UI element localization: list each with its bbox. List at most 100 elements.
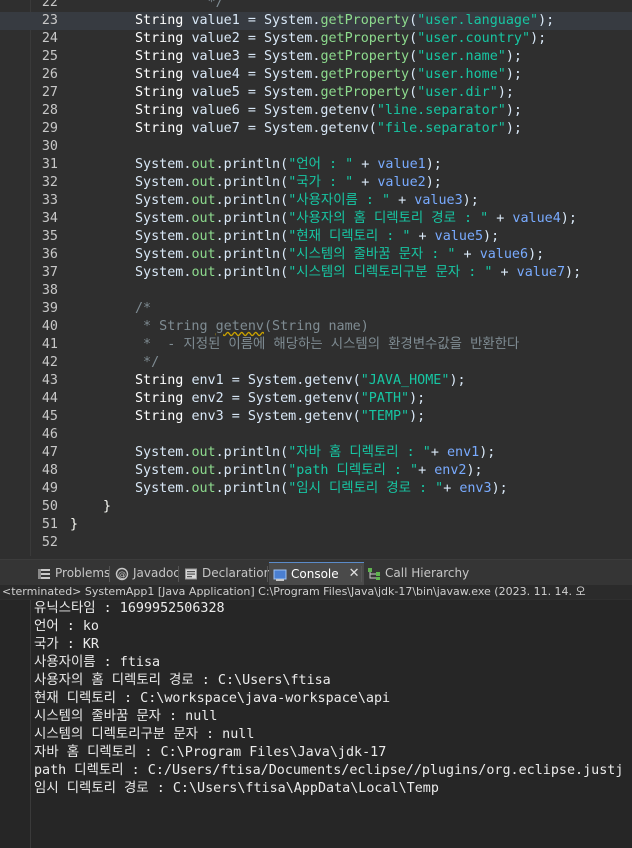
code-token: "현재 디렉토리 : " [288,229,411,244]
code-token: value4 = System. [191,67,321,82]
line-number: 31 [41,157,58,172]
code-line[interactable]: 34 System.out.println("사용자의 홈 디렉토리 경로 : "… [0,210,632,228]
line-number: 51 [41,517,58,532]
code-editor[interactable]: 22 */23 String value1 = System.getPropert… [0,0,632,556]
code-token: value1 [377,157,426,172]
code-line[interactable]: 25 String value3 = System.getProperty("us… [0,48,632,66]
code-token: value7 = System.getenv( [191,121,377,136]
code-token: .println( [215,445,289,460]
code-token: "임시 디렉토리 경로 : " [288,481,444,496]
close-icon[interactable]: ✕ [349,563,360,585]
code-token: "자바 홈 디렉토리 : " [288,445,431,460]
tab-call-hierarchy[interactable]: Call Hierarchy [363,562,473,584]
code-line[interactable]: 52 [0,534,632,552]
code-token: /* [135,301,152,316]
code-line[interactable]: 28 String value6 = System.getenv("line.se… [0,102,632,120]
line-number: 26 [41,67,58,82]
line-number: 22 [41,0,58,10]
code-token: out [191,193,216,208]
code-token: getProperty [320,31,410,46]
tab-javadoc[interactable]: @ Javadoc [111,562,184,584]
code-token: value6 [479,247,529,262]
code-token: ); [505,121,522,136]
code-token: ); [483,229,500,244]
tab-declaration[interactable]: Declaration [180,562,275,584]
code-line[interactable]: 41 * - 지정된 이름에 해당하는 시스템의 환경변수값을 반환한다 [0,336,632,354]
code-line[interactable]: 31 System.out.println("언어 : " + value1); [0,156,632,174]
problems-icon [37,566,51,580]
code-line[interactable]: 29 String value7 = System.getenv("file.se… [0,120,632,138]
console-line: 시스템의 디렉토리구분 문자 : null [34,727,255,742]
code-token: ); [538,13,555,28]
line-number: 35 [41,229,58,244]
console-line: 국가 : KR [34,637,99,652]
code-token: "시스템의 줄바꿈 문자 : " [288,247,456,262]
code-line[interactable]: 26 String value4 = System.getProperty("us… [0,66,632,84]
code-line[interactable]: 43 String env1 = System.getenv("JAVA_HOME… [0,372,632,390]
code-token: out [191,157,216,172]
code-line[interactable]: 48 System.out.println("path 디렉토리 : "+ env… [0,462,632,480]
code-line[interactable]: 35 System.out.println("현재 디렉토리 : " + valu… [0,228,632,246]
code-token: } [70,517,79,532]
code-token: out [191,445,216,460]
code-token: "user.name" [417,49,506,64]
line-number: 27 [41,85,58,100]
code-line[interactable]: 22 */ [0,0,632,12]
code-token: "user.dir" [417,85,498,100]
code-line[interactable]: 24 String value2 = System.getProperty("us… [0,30,632,48]
code-text: System.out.println("현재 디렉토리 : " + value5… [135,228,499,246]
code-token: ); [479,445,496,460]
line-number: 44 [41,391,58,406]
code-token: } [103,499,112,514]
code-line[interactable]: 40 * String getenv(String name) [0,318,632,336]
code-line[interactable]: 51} [0,516,632,534]
code-line[interactable]: 45 String env3 = System.getenv("TEMP"); [0,408,632,426]
code-token: System. [135,229,192,244]
code-line[interactable]: 39 /* [0,300,632,318]
code-line[interactable]: 36 System.out.println("시스템의 줄바꿈 문자 : " + … [0,246,632,264]
code-text: * String getenv(String name) [135,318,369,336]
code-line[interactable]: 44 String env2 = System.getenv("PATH"); [0,390,632,408]
code-token: System. [135,157,192,172]
code-line[interactable]: 42 */ [0,354,632,372]
code-text: String env1 = System.getenv("JAVA_HOME")… [135,372,466,390]
code-token: String [135,409,192,424]
code-line[interactable]: 23 String value1 = System.getProperty("us… [0,12,632,30]
console-line: 언어 : ko [34,619,99,634]
line-number: 23 [41,13,58,28]
code-token: value4 [512,211,561,226]
tab-problems[interactable]: Problems [33,562,114,584]
line-number: 42 [41,355,58,370]
tab-label: Javadoc [133,566,180,580]
code-line[interactable]: 49 System.out.println("임시 디렉토리 경로 : "+ en… [0,480,632,498]
tab-console[interactable]: Console ✕ [269,562,364,585]
code-line[interactable]: 30 [0,138,632,156]
code-token: ); [466,463,483,478]
code-line[interactable]: 32 System.out.println("국가 : " + value2); [0,174,632,192]
code-token: out [191,265,216,280]
code-line[interactable]: 38 [0,282,632,300]
code-token: + [418,463,435,478]
code-line[interactable]: 46 [0,426,632,444]
code-line[interactable]: 47 System.out.println("자바 홈 디렉토리 : "+ env… [0,444,632,462]
code-token: ); [425,175,442,190]
code-line[interactable]: 50} [0,498,632,516]
code-line[interactable]: 37 System.out.println("시스템의 디렉토리구분 문자 : "… [0,264,632,282]
code-token: "사용자이름 : " [288,193,391,208]
code-token: ); [462,193,479,208]
code-line[interactable]: 27 String value5 = System.getProperty("us… [0,84,632,102]
console-output[interactable]: 유닉스타임 : 1699952506328 언어 : ko 국가 : KR 사용자이름… [0,600,632,848]
code-token: "user.home" [417,67,506,82]
code-token: .println( [215,193,289,208]
code-token: (String name) [264,319,369,334]
code-token: "user.language" [417,13,539,28]
code-token: String [135,13,192,28]
code-token: ( [409,13,418,28]
console-divider [30,600,31,848]
code-token: value3 = System. [191,49,321,64]
code-token: "언어 : " [288,157,354,172]
code-line[interactable]: 33 System.out.println("사용자이름 : " + value3… [0,192,632,210]
code-token: * - 지정된 이름에 해당하는 시스템의 환경변수값을 반환한다 [135,337,520,352]
code-token: + [455,247,480,262]
code-token: .println( [215,463,289,478]
